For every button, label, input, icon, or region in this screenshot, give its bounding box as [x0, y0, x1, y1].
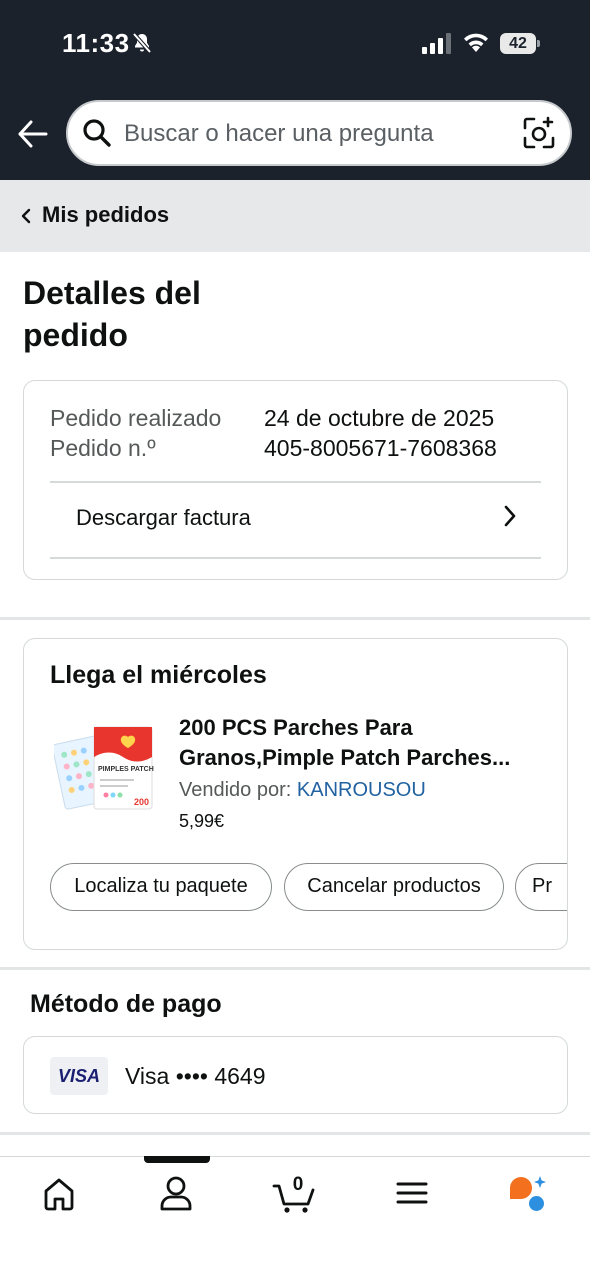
arrival-date: Llega el miércoles	[50, 661, 267, 689]
app-header: 11:33 42 Buscar o hacer una pregunta	[0, 0, 590, 180]
status-time: 11:33	[62, 28, 130, 58]
cart-icon[interactable]: 0	[272, 1172, 318, 1214]
visa-card-icon: VISA	[50, 1057, 108, 1095]
product-title[interactable]: 200 PCS Parches Para Granos,Pimple Patch…	[179, 713, 539, 773]
search-input[interactable]: Buscar o hacer una pregunta	[124, 120, 434, 148]
status-bar: 11:33 42	[0, 0, 590, 88]
battery-level: 42	[509, 35, 527, 52]
breadcrumb-my-orders[interactable]: Mis pedidos	[42, 202, 169, 228]
order-number-value: 405-8005671-7608368	[264, 435, 497, 461]
section-separator	[0, 967, 590, 970]
rufus-assistant-icon[interactable]	[507, 1174, 547, 1214]
product-title-line-1[interactable]: 200 PCS Parches Para	[179, 713, 539, 743]
home-icon[interactable]	[39, 1174, 79, 1214]
payment-method-card: VISA Visa •••• 4649	[23, 1036, 568, 1114]
wifi-icon	[464, 33, 488, 52]
search-icon	[83, 119, 111, 147]
active-tab-indicator	[144, 1156, 210, 1163]
signal-icon	[422, 33, 451, 54]
order-date-value: 24 de octubre de 2025	[264, 405, 495, 431]
thumb-brand: PIMPLES PATCH	[98, 766, 154, 773]
more-actions-button[interactable]: Pr	[515, 863, 567, 911]
shipment-card: Llega el miércoles PIMPLES PATCH 200 200…	[23, 638, 568, 950]
payment-section-title: Método de pago	[30, 990, 222, 1018]
download-invoice-link[interactable]: Descargar factura	[76, 505, 251, 531]
seller-info: Vendido por: KANROUSOU	[179, 779, 426, 802]
menu-icon[interactable]	[392, 1174, 432, 1214]
battery-indicator: 42	[500, 33, 540, 54]
seller-link[interactable]: KANROUSOU	[297, 779, 426, 801]
cart-count: 0	[293, 1174, 304, 1195]
page-title: Detalles del pedido	[23, 275, 201, 353]
cancel-items-button[interactable]: Cancelar productos	[284, 863, 504, 911]
track-package-button[interactable]: Localiza tu paquete	[50, 863, 272, 911]
silent-bell-icon	[132, 32, 152, 54]
thumb-count: 200	[134, 797, 149, 807]
camera-search-icon[interactable]	[522, 116, 556, 150]
back-arrow-icon[interactable]	[16, 114, 50, 154]
search-bar[interactable]: Buscar o hacer una pregunta	[66, 100, 572, 166]
chevron-left-icon	[21, 208, 31, 224]
seller-prefix: Vendido por:	[179, 779, 292, 801]
product-price: 5,99€	[179, 811, 225, 831]
order-number-label: Pedido n.º	[50, 435, 156, 461]
section-separator	[0, 1132, 590, 1135]
divider	[50, 557, 541, 559]
account-icon[interactable]	[156, 1173, 196, 1213]
product-thumbnail[interactable]: PIMPLES PATCH 200	[54, 721, 154, 813]
chevron-right-icon[interactable]	[502, 503, 518, 529]
product-title-line-2[interactable]: Granos,Pimple Patch Parches...	[179, 743, 539, 773]
payment-card-label: Visa •••• 4649	[125, 1063, 266, 1089]
order-summary-card: Pedido realizado 24 de octubre de 2025 P…	[23, 380, 568, 580]
divider	[50, 481, 541, 483]
section-separator	[0, 617, 590, 620]
card-brand-label: VISA	[57, 1066, 100, 1086]
order-date-label: Pedido realizado	[50, 405, 222, 431]
